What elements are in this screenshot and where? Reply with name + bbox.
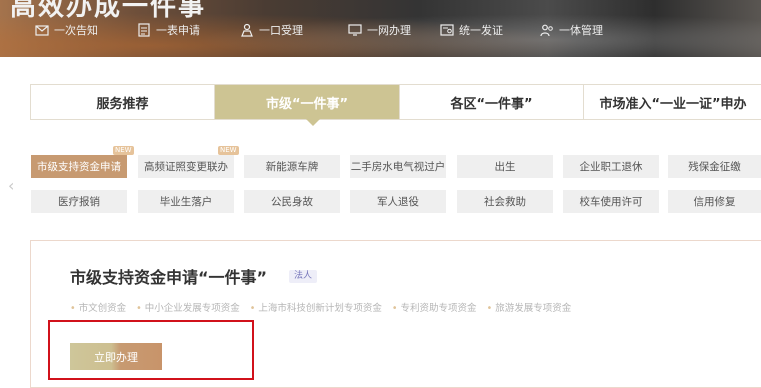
chip-graduate-settlement[interactable]: 毕业生落户 — [138, 190, 234, 213]
active-tab-pointer — [306, 119, 320, 126]
sub-item: 中小企业发展专项资金 — [136, 300, 240, 314]
chip-social-assistance[interactable]: 社会救助 — [457, 190, 553, 213]
nav-item-label: 一网办理 — [367, 24, 411, 37]
panel-title: 市级支持资金申请“一件事” — [70, 268, 268, 287]
chevron-left-icon[interactable]: ‹ — [8, 176, 14, 195]
form-icon — [138, 23, 150, 37]
chip-retirement[interactable]: 企业职工退休 — [563, 155, 659, 178]
nav-item-certificate[interactable]: 统一发证 — [440, 18, 503, 42]
users-icon — [540, 24, 553, 37]
highlight-annotation-box — [48, 320, 254, 380]
category-tabs: 服务推荐 市级“一件事” 各区“一件事” 市场准入“一业一证”申办 — [30, 84, 761, 120]
tab-recommended[interactable]: 服务推荐 — [31, 85, 215, 119]
chip-housing-transfer[interactable]: 二手房水电气视过户 — [350, 155, 446, 178]
top-banner: 高效办成一件事 一次告知 一表申请 一口受理 一网办理 统一发证 一体管理 — [0, 0, 761, 57]
chip-school-bus-permit[interactable]: 校车使用许可 — [563, 190, 659, 213]
nav-item-online[interactable]: 一网办理 — [348, 18, 411, 42]
applicant-type-badge: 法人 — [289, 270, 318, 283]
nav-item-label: 一表申请 — [156, 24, 200, 37]
sub-item: 上海市科技创新计划专项资金 — [250, 300, 382, 314]
chip-fund-application[interactable]: 市级支持资金申请 — [31, 155, 127, 178]
nav-item-manage[interactable]: 一体管理 — [540, 18, 603, 42]
chip-birth[interactable]: 出生 — [457, 155, 553, 178]
nav-item-label: 一次告知 — [54, 24, 98, 37]
nav-item-form[interactable]: 一表申请 — [137, 18, 200, 42]
network-icon — [348, 24, 362, 36]
nav-item-label: 一体管理 — [559, 24, 603, 37]
sub-item-list: 市文创资金 中小企业发展专项资金 上海市科技创新计划专项资金 专利资助专项资金 … — [70, 300, 581, 314]
nav-item-label: 一口受理 — [259, 24, 303, 37]
sub-item: 旅游发展专项资金 — [487, 300, 571, 314]
sub-item: 市文创资金 — [70, 300, 127, 314]
tab-city-level[interactable]: 市级“一件事” — [215, 85, 400, 119]
mail-icon — [35, 25, 49, 36]
chip-disability-fund[interactable]: 残保金征缴 — [668, 155, 761, 178]
chip-credit-repair[interactable]: 信用修复 — [668, 190, 761, 213]
certificate-icon — [440, 24, 454, 36]
chip-veteran-retirement[interactable]: 军人退役 — [350, 190, 446, 213]
nav-item-notify[interactable]: 一次告知 — [35, 18, 98, 42]
chip-citizen-death[interactable]: 公民身故 — [244, 190, 340, 213]
chip-ev-plate[interactable]: 新能源车牌 — [244, 155, 340, 178]
nav-item-label: 统一发证 — [459, 24, 503, 37]
new-badge: NEW — [113, 146, 134, 155]
chip-license-change[interactable]: 高频证照变更联办 — [138, 155, 234, 178]
banner-nav: 一次告知 一表申请 一口受理 一网办理 统一发证 一体管理 — [0, 18, 761, 42]
nav-item-accept[interactable]: 一口受理 — [240, 18, 303, 42]
reception-icon — [241, 23, 253, 37]
chip-medical-reimbursement[interactable]: 医疗报销 — [31, 190, 127, 213]
sub-item: 专利资助专项资金 — [392, 300, 477, 314]
tab-district-level[interactable]: 各区“一件事” — [400, 85, 584, 119]
new-badge: NEW — [218, 146, 239, 155]
tab-market-access[interactable]: 市场准入“一业一证”申办 — [584, 85, 761, 119]
